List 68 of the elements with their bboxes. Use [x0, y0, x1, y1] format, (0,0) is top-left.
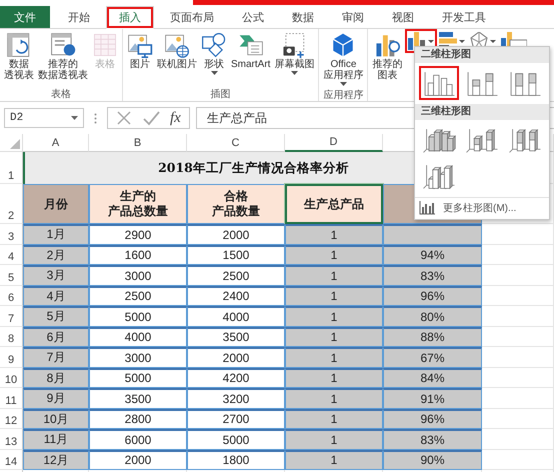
table-cell: 96% [383, 286, 482, 306]
section-header: 三维柱形图 [415, 104, 549, 120]
table-cell: 1 [285, 408, 383, 429]
group-label: 表格 [50, 88, 72, 101]
table-cell: 4000 [89, 326, 187, 347]
table-cell: 91% [383, 388, 482, 408]
table-cell: 2000 [187, 347, 285, 368]
table-cell: 2400 [187, 286, 285, 306]
column-heading: 生产总产品 [285, 184, 383, 224]
table-cell: 11月 [23, 429, 89, 450]
table-cell: 83% [383, 429, 482, 450]
table-cell: 88% [383, 326, 482, 347]
section-header: 二维柱形图 [415, 47, 549, 63]
table-cell: 1 [285, 388, 383, 408]
table-cell: 1 [285, 450, 383, 470]
table-cell: 83% [383, 265, 482, 286]
table-cell: 4000 [187, 306, 285, 326]
column-heading: 生产的 产品总数量 [89, 184, 187, 224]
table-cell: 2700 [187, 408, 285, 429]
column-heading: 月份 [23, 184, 89, 224]
table-cell: 3000 [89, 347, 187, 368]
table-cell: 1月 [23, 224, 89, 244]
table-cell: 96% [383, 408, 482, 429]
table-cell: 80% [383, 306, 482, 326]
table-cell: 1 [285, 429, 383, 450]
table-cell: 6000 [89, 429, 187, 450]
table-cell: 2000 [187, 224, 285, 244]
table-cell: 2800 [89, 408, 187, 429]
table-cell: 9月 [23, 388, 89, 408]
table-cell: 5000 [89, 306, 187, 326]
table-cell: 3200 [187, 388, 285, 408]
table-cell: 1 [285, 368, 383, 388]
table-cell: 3000 [89, 265, 187, 286]
table-cell: 1 [285, 347, 383, 368]
table-cell: 1500 [187, 244, 285, 265]
table-cell: 3500 [187, 326, 285, 347]
table-cell: 1 [285, 326, 383, 347]
table-cell: 1 [285, 286, 383, 306]
table-cell: 6月 [23, 326, 89, 347]
table-cell: 7月 [23, 347, 89, 368]
table-cell: 4200 [187, 368, 285, 388]
group-label: 应用程序 [322, 88, 364, 102]
table-cell: 5000 [187, 429, 285, 450]
table-cell: 3500 [89, 388, 187, 408]
group-label: 插图 [210, 88, 232, 101]
table-cell: 2月 [23, 244, 89, 265]
table-cell: 4月 [23, 286, 89, 306]
table-cell: 3月 [23, 265, 89, 286]
table-cell: 12月 [23, 450, 89, 470]
column-heading: 合格 产品数量 [187, 184, 285, 224]
table-cell: 1 [285, 265, 383, 286]
table-cell: 2500 [89, 286, 187, 306]
table-cell: 84% [383, 368, 482, 388]
table-cell: 1600 [89, 244, 187, 265]
table-cell: 94% [383, 244, 482, 265]
table-cell: 5月 [23, 306, 89, 326]
table-cell: 5000 [89, 368, 187, 388]
table-cell: 90% [383, 450, 482, 470]
table-cell: 1800 [187, 450, 285, 470]
table-cell: 2500 [187, 265, 285, 286]
table-cell: 8月 [23, 368, 89, 388]
table-cell: 10月 [23, 408, 89, 429]
table-cell: 2900 [89, 224, 187, 244]
table-cell: 67% [383, 347, 482, 368]
table-cell: 2000 [89, 450, 187, 470]
table-cell: 1 [285, 244, 383, 265]
table-cell: 1 [285, 224, 383, 244]
table-cell: 1 [285, 306, 383, 326]
